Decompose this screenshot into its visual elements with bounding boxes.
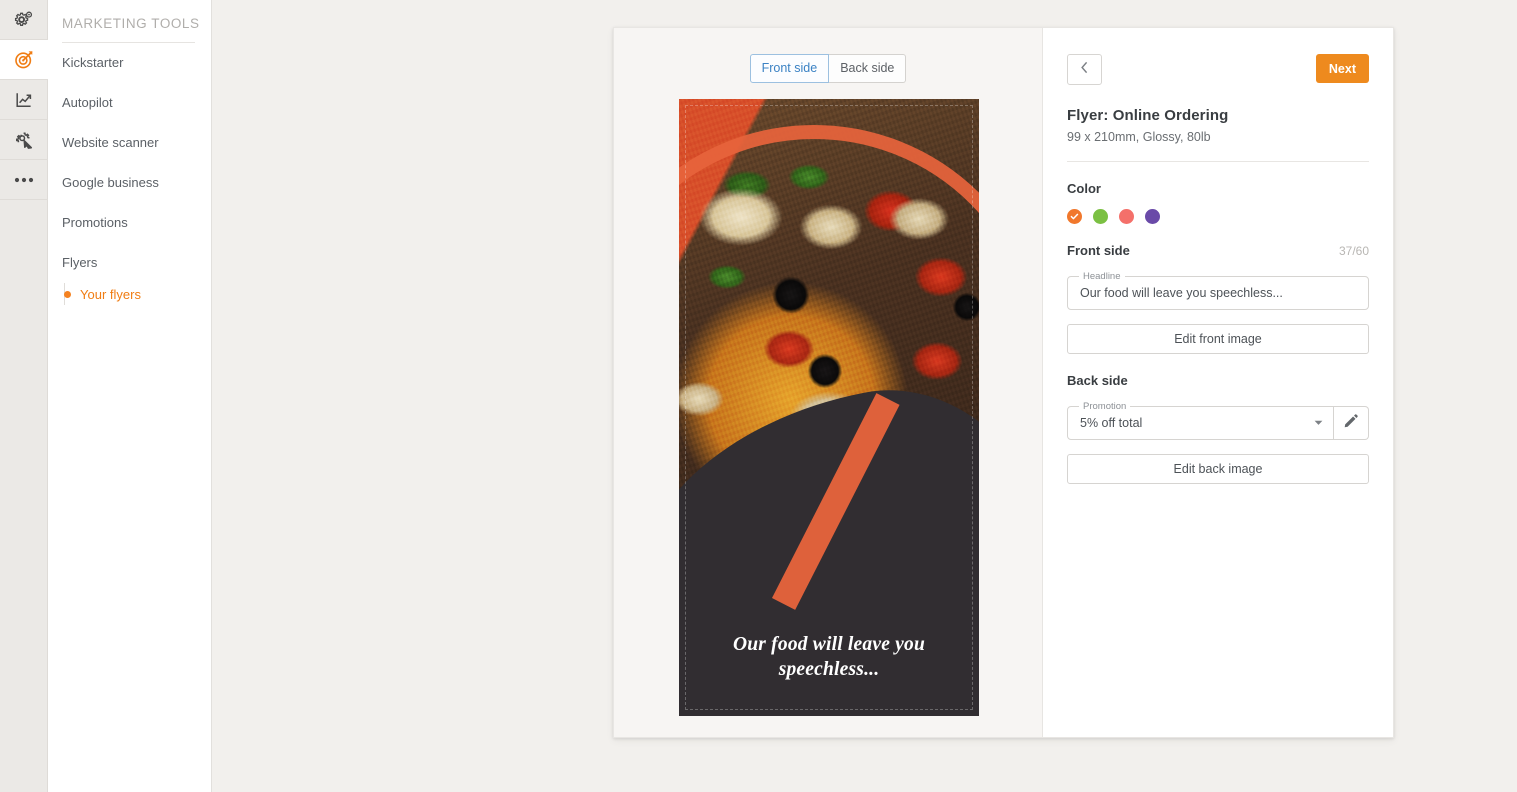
chart-line-icon xyxy=(14,90,34,110)
front-side-header: Front side 37/60 xyxy=(1067,243,1369,258)
flyer-properties-panel: Next Flyer: Online Ordering 99 x 210mm, … xyxy=(1043,28,1393,737)
rail-item-automation[interactable] xyxy=(0,120,48,160)
check-icon xyxy=(1070,212,1079,221)
flyer-preview-pane: Front side Back side Our food will leave… xyxy=(614,28,1043,737)
flyer-artwork[interactable]: Our food will leave you speechless... xyxy=(679,99,979,716)
chevron-down-icon[interactable] xyxy=(1314,420,1323,426)
ellipsis-icon xyxy=(13,176,35,184)
headline-input-label: Headline xyxy=(1079,271,1125,282)
promotion-select-label: Promotion xyxy=(1079,401,1131,412)
rail-item-kickstarter[interactable] xyxy=(0,40,48,80)
headline-input-value: Our food will leave you speechless... xyxy=(1080,286,1283,300)
sidebar-item-kickstarter[interactable]: Kickstarter xyxy=(48,43,211,83)
pencil-icon xyxy=(1344,413,1358,433)
sidebar-item-promotions[interactable]: Promotions xyxy=(48,203,211,243)
properties-divider xyxy=(1067,161,1369,162)
back-side-header: Back side xyxy=(1067,373,1369,388)
sidebar-item-website-scanner[interactable]: Website scanner xyxy=(48,123,211,163)
sidebar-title: MARKETING TOOLS xyxy=(62,16,200,31)
back-button[interactable] xyxy=(1067,54,1102,85)
cursor-gear-icon xyxy=(14,130,34,150)
sidebar: MARKETING TOOLS Kickstarter Autopilot We… xyxy=(48,0,212,792)
promotion-select-value: 5% off total xyxy=(1080,416,1143,430)
flyer-editor-card: Front side Back side Our food will leave… xyxy=(613,27,1394,738)
tab-front-side[interactable]: Front side xyxy=(749,54,830,83)
flyer-headline-text: Our food will leave you speechless... xyxy=(732,634,925,680)
sidebar-item-google-business[interactable]: Google business xyxy=(48,163,211,203)
rail-item-more[interactable] xyxy=(0,160,48,200)
headline-char-counter: 37/60 xyxy=(1338,244,1369,258)
main-stage: Front side Back side Our food will leave… xyxy=(212,0,1517,792)
promotion-row: Promotion 5% off total xyxy=(1067,401,1369,440)
edit-promotion-button[interactable] xyxy=(1334,406,1369,440)
side-tab-group: Front side Back side xyxy=(614,54,1042,83)
chevron-left-icon xyxy=(1080,61,1089,79)
back-side-label: Back side xyxy=(1067,373,1128,388)
icon-rail xyxy=(0,0,48,792)
color-section-label: Color xyxy=(1067,181,1101,196)
color-swatch-green[interactable] xyxy=(1093,209,1108,224)
target-dart-icon xyxy=(14,49,35,70)
color-swatch-orange[interactable] xyxy=(1067,209,1082,224)
front-side-label: Front side xyxy=(1067,243,1130,258)
color-section-header: Color xyxy=(1067,181,1369,196)
flyer-specs: 99 x 210mm, Glossy, 80lb xyxy=(1067,130,1211,144)
color-swatch-group xyxy=(1067,209,1369,224)
page-title: Flyer: Online Ordering xyxy=(1067,107,1229,124)
edit-front-image-button[interactable]: Edit front image xyxy=(1067,324,1369,354)
rail-item-analytics[interactable] xyxy=(0,80,48,120)
color-swatch-purple[interactable] xyxy=(1145,209,1160,224)
properties-toolbar: Next xyxy=(1067,54,1369,85)
sidebar-item-your-flyers-label: Your flyers xyxy=(80,287,141,302)
sidebar-subgroup: Your flyers xyxy=(48,283,211,306)
rail-item-gears[interactable] xyxy=(0,0,48,40)
color-swatch-coral[interactable] xyxy=(1119,209,1134,224)
next-button[interactable]: Next xyxy=(1315,54,1369,83)
sidebar-item-your-flyers[interactable]: Your flyers xyxy=(62,283,211,306)
gears-icon xyxy=(14,10,34,30)
app-root: MARKETING TOOLS Kickstarter Autopilot We… xyxy=(0,0,1517,792)
sidebar-item-autopilot[interactable]: Autopilot xyxy=(48,83,211,123)
edit-back-image-button[interactable]: Edit back image xyxy=(1067,454,1369,484)
sidebar-item-flyers[interactable]: Flyers xyxy=(48,243,211,283)
promotion-select[interactable]: Promotion 5% off total xyxy=(1067,401,1334,440)
headline-input[interactable]: Headline Our food will leave you speechl… xyxy=(1067,271,1369,310)
tab-back-side[interactable]: Back side xyxy=(829,54,907,83)
active-bullet-icon xyxy=(64,291,71,298)
